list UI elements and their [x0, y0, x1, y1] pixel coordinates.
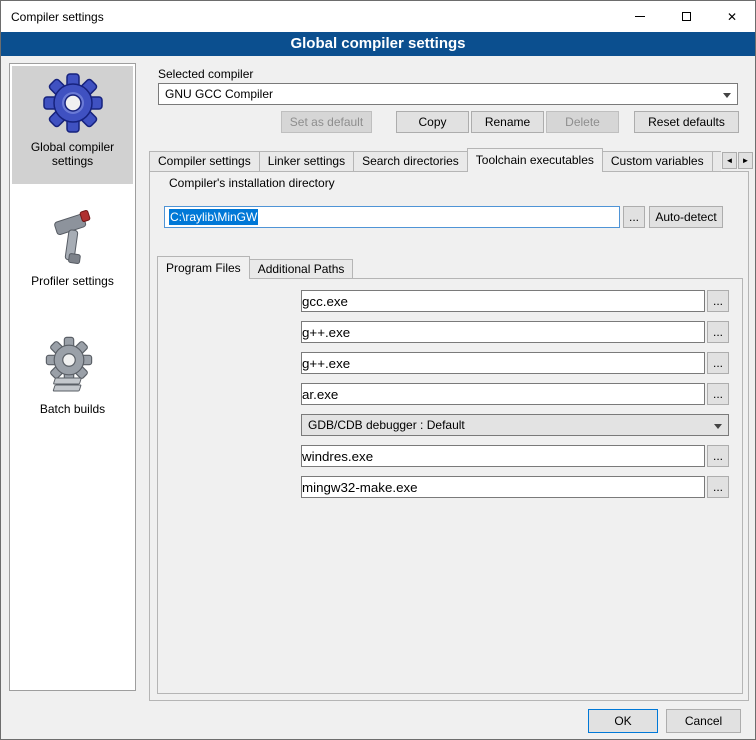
maximize-button[interactable]	[663, 1, 709, 32]
sidebar-item-label: Batch builds	[40, 402, 105, 416]
close-button[interactable]: ✕	[709, 1, 755, 32]
page-title: Global compiler settings	[1, 32, 755, 56]
tab-build-options[interactable]: Buil	[712, 151, 721, 172]
browse-static-linker-button[interactable]: ...	[707, 383, 729, 405]
tab-scroll-left-button[interactable]: ◄	[722, 152, 737, 169]
settings-tabstrip: Compiler settings Linker settings Search…	[149, 148, 721, 172]
subtab-program-files[interactable]: Program Files	[157, 256, 250, 279]
install-dir-selected-text: C:\raylib\MinGW	[169, 209, 258, 225]
selected-compiler-label: Selected compiler	[158, 67, 253, 81]
browse-make-program-button[interactable]: ...	[707, 476, 729, 498]
auto-detect-button[interactable]: Auto-detect	[649, 206, 723, 228]
browse-cpp-compiler-button[interactable]: ...	[707, 321, 729, 343]
maximize-icon	[682, 12, 691, 21]
compiler-select-value: GNU GCC Compiler	[165, 87, 273, 101]
window-title: Compiler settings	[1, 10, 104, 24]
install-dir-input[interactable]: C:\raylib\MinGW	[164, 206, 620, 228]
set-as-default-button[interactable]: Set as default	[281, 111, 372, 133]
dynamic-linker-input[interactable]	[301, 352, 705, 374]
tab-linker-settings[interactable]: Linker settings	[259, 151, 354, 172]
tab-scroll-right-button[interactable]: ►	[738, 152, 753, 169]
compiler-select[interactable]: GNU GCC Compiler	[158, 83, 738, 105]
chevron-down-icon	[723, 93, 731, 98]
browse-install-dir-button[interactable]: ...	[623, 206, 645, 228]
copy-button[interactable]: Copy	[396, 111, 469, 133]
cpp-compiler-input[interactable]	[301, 321, 705, 343]
delete-button[interactable]: Delete	[546, 111, 619, 133]
reset-defaults-button[interactable]: Reset defaults	[634, 111, 739, 133]
browse-resource-compiler-button[interactable]: ...	[707, 445, 729, 467]
subtab-additional-paths[interactable]: Additional Paths	[249, 259, 354, 279]
cancel-button[interactable]: Cancel	[666, 709, 741, 733]
sidebar-item-profiler-settings[interactable]: Profiler settings	[12, 202, 133, 302]
blue-gear-icon	[42, 72, 104, 134]
profiler-tool-icon	[43, 208, 103, 268]
debugger-select-value: GDB/CDB debugger : Default	[308, 418, 465, 432]
arrow-right-icon: ►	[742, 156, 750, 165]
tab-compiler-settings[interactable]: Compiler settings	[149, 151, 260, 172]
debugger-select[interactable]: GDB/CDB debugger : Default	[301, 414, 729, 436]
ok-button[interactable]: OK	[588, 709, 658, 733]
tab-toolchain-executables[interactable]: Toolchain executables	[467, 148, 603, 172]
installation-directory-group-title: Compiler's installation directory	[165, 176, 339, 190]
browse-c-compiler-button[interactable]: ...	[707, 290, 729, 312]
tab-search-directories[interactable]: Search directories	[353, 151, 468, 172]
c-compiler-input[interactable]	[301, 290, 705, 312]
settings-sidebar: Global compiler settings Profiler settin…	[9, 63, 136, 691]
arrow-left-icon: ◄	[726, 156, 734, 165]
browse-dynamic-linker-button[interactable]: ...	[707, 352, 729, 374]
sidebar-item-global-compiler-settings[interactable]: Global compiler settings	[12, 66, 133, 184]
program-files-tabstrip: Program Files Additional Paths	[157, 256, 717, 279]
chevron-down-icon	[714, 424, 722, 429]
sidebar-item-label: Profiler settings	[31, 274, 114, 288]
static-linker-input[interactable]	[301, 383, 705, 405]
titlebar: Compiler settings ✕	[1, 1, 755, 32]
make-program-input[interactable]	[301, 476, 705, 498]
compiler-settings-window: Compiler settings ✕ Global compiler sett…	[0, 0, 756, 740]
sidebar-item-batch-builds[interactable]: Batch builds	[12, 330, 133, 430]
resource-compiler-input[interactable]	[301, 445, 705, 467]
tab-custom-variables[interactable]: Custom variables	[602, 151, 713, 172]
gray-gears-icon	[43, 336, 103, 396]
close-icon: ✕	[727, 10, 737, 24]
minimize-button[interactable]	[617, 1, 663, 32]
window-controls: ✕	[617, 1, 755, 32]
minimize-icon	[635, 16, 645, 17]
rename-button[interactable]: Rename	[471, 111, 544, 133]
sidebar-item-label: Global compiler settings	[14, 140, 131, 168]
